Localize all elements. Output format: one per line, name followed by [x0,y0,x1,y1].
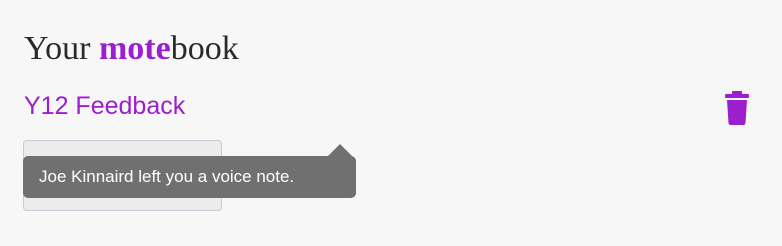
voice-note-tooltip: Joe Kinnaird left you a voice note. [23,156,356,198]
trash-icon [725,91,749,125]
title-prefix: Your [24,30,99,67]
page-title: Your motebook [24,29,239,69]
title-brand: mote [98,30,171,67]
delete-notebook-button[interactable] [722,91,752,125]
tooltip-arrow [328,144,352,156]
notebook-link[interactable]: Y12 Feedback [24,90,185,122]
title-suffix: book [170,30,239,67]
